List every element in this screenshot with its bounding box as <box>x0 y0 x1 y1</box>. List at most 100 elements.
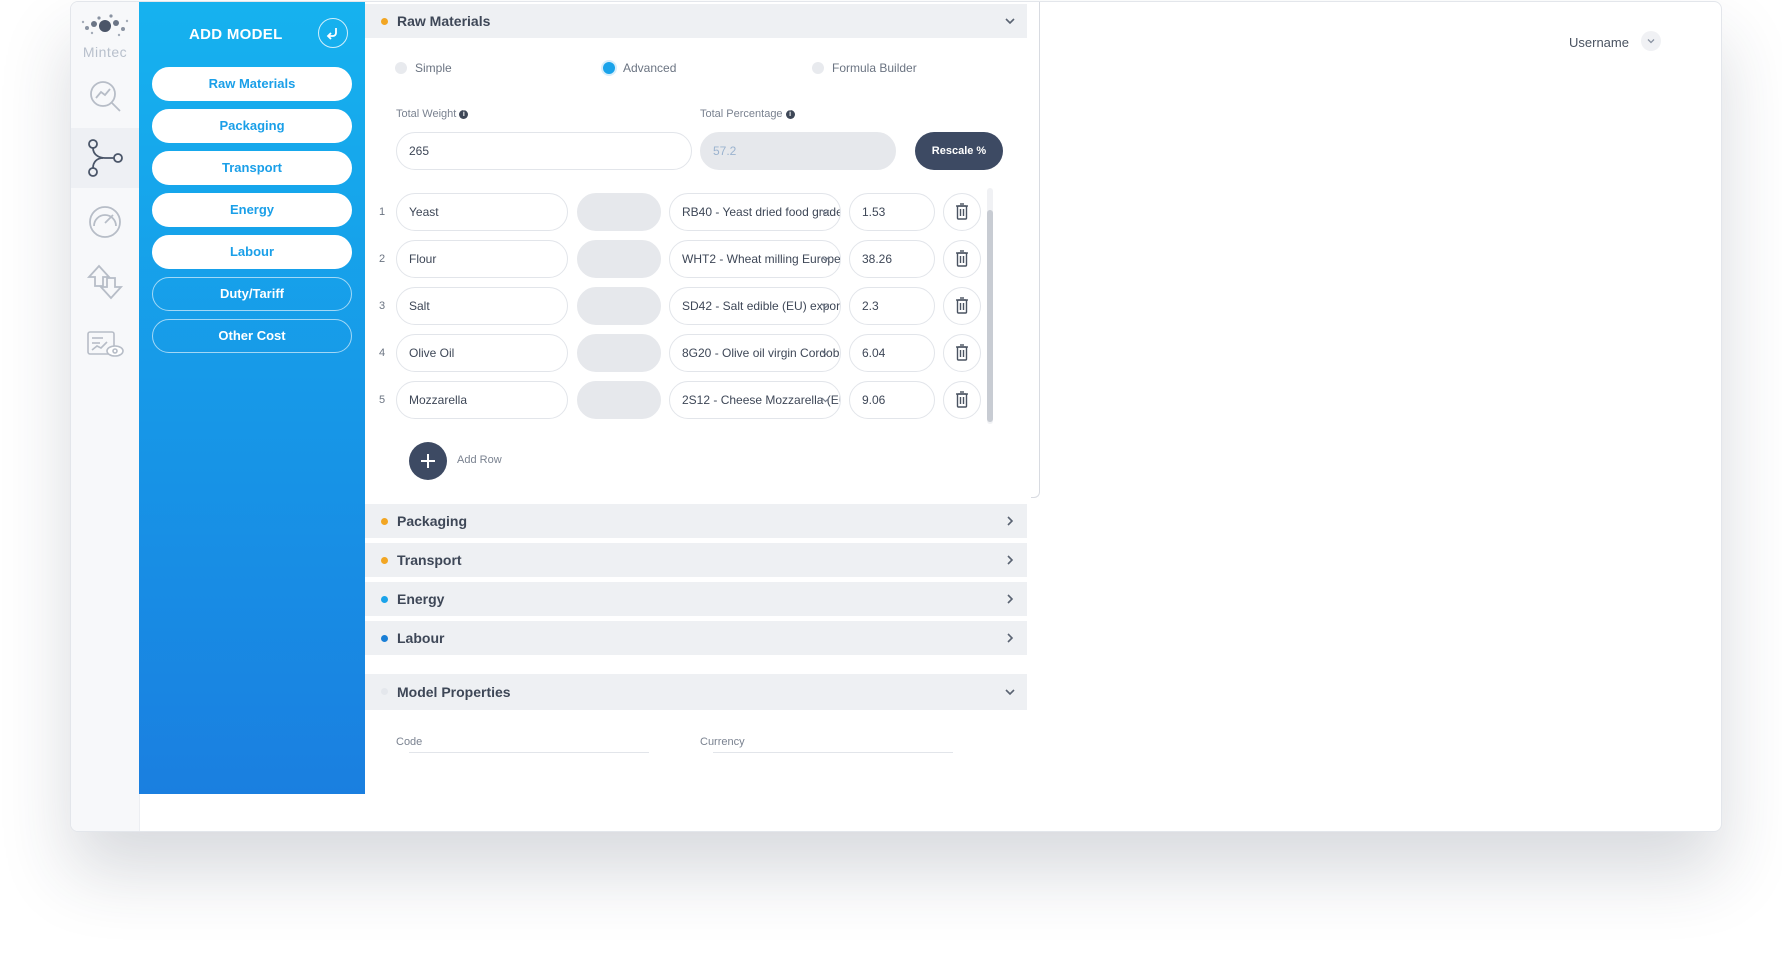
report-view-icon[interactable] <box>85 324 125 364</box>
status-dot <box>381 596 388 603</box>
sidebar-btn-packaging[interactable]: Packaging <box>152 109 352 143</box>
delete-row-button[interactable] <box>943 287 981 325</box>
transport-title: Transport <box>397 552 462 568</box>
model-editor-panel: Raw Materials Simple Advanced Formula Bu… <box>365 2 1027 754</box>
delete-row-button[interactable] <box>943 193 981 231</box>
plus-icon <box>421 454 435 468</box>
ingredient-extra-input[interactable] <box>577 381 661 419</box>
percentage-input[interactable]: 9.06 <box>849 381 935 419</box>
status-dot <box>381 688 388 695</box>
raw-materials-title: Raw Materials <box>397 13 491 29</box>
info-icon: i <box>785 109 795 119</box>
commodity-select[interactable]: 2S12 - Cheese Mozzarella (EU) <box>669 381 841 419</box>
ingredient-name-input[interactable]: Yeast <box>396 193 568 231</box>
status-dot <box>381 18 388 25</box>
sidebar-btn-raw-materials[interactable]: Raw Materials <box>152 67 352 101</box>
row-number: 2 <box>379 253 386 265</box>
ingredient-name-input[interactable]: Flour <box>396 240 568 278</box>
model-properties-header[interactable]: Model Properties <box>365 674 1027 710</box>
row-number: 5 <box>379 394 386 406</box>
total-percentage-label-text: Total Percentage <box>700 108 783 120</box>
chevron-down-icon <box>821 209 830 215</box>
ingredient-name-input[interactable]: Salt <box>396 287 568 325</box>
chevron-right-icon <box>1007 516 1014 526</box>
arrows-updown-icon[interactable] <box>85 262 125 302</box>
radio-formula-builder-label: Formula Builder <box>832 61 917 75</box>
currency-label: Currency <box>700 736 745 748</box>
commodity-select[interactable]: WHT2 - Wheat milling Europe <box>669 240 841 278</box>
total-percentage-input: 57.2 <box>700 132 896 170</box>
energy-header[interactable]: Energy <box>365 582 1027 616</box>
chevron-right-icon <box>1007 633 1014 643</box>
percentage-input[interactable]: 6.04 <box>849 334 935 372</box>
info-icon: i <box>459 109 469 119</box>
ingredient-name-input[interactable]: Mozzarella <box>396 381 568 419</box>
back-button[interactable] <box>318 18 348 48</box>
chevron-down-icon <box>1647 39 1655 44</box>
radio-simple-label: Simple <box>415 61 452 75</box>
username-label[interactable]: Username <box>1569 35 1629 50</box>
row-number: 4 <box>379 347 386 359</box>
panel-outer-scrollbar[interactable] <box>1031 2 1040 498</box>
radio-simple[interactable] <box>395 62 407 74</box>
add-row-button[interactable] <box>409 442 447 480</box>
ingredient-name-input[interactable]: Olive Oil <box>396 334 568 372</box>
sidebar-btn-other-cost[interactable]: Other Cost <box>152 319 352 353</box>
user-menu-button[interactable] <box>1641 31 1661 51</box>
row-number: 3 <box>379 300 386 312</box>
sidebar-btn-transport[interactable]: Transport <box>152 151 352 185</box>
icon-rail: Mintec <box>71 2 140 831</box>
percentage-input[interactable]: 38.26 <box>849 240 935 278</box>
trash-icon <box>956 297 968 314</box>
sidebar-btn-energy[interactable]: Energy <box>152 193 352 227</box>
percentage-input[interactable]: 1.53 <box>849 193 935 231</box>
ingredient-extra-input[interactable] <box>577 334 661 372</box>
commodity-select[interactable]: SD42 - Salt edible (EU) export <box>669 287 841 325</box>
code-input-edge[interactable] <box>409 752 649 753</box>
labour-title: Labour <box>397 630 445 646</box>
add-model-sidebar: ADD MODEL Raw Materials Packaging Transp… <box>139 2 365 794</box>
transport-header[interactable]: Transport <box>365 543 1027 577</box>
search-chart-icon[interactable] <box>85 76 125 116</box>
chevron-down-icon <box>821 256 830 262</box>
status-dot <box>381 518 388 525</box>
ingredient-extra-input[interactable] <box>577 240 661 278</box>
chevron-down-icon <box>1005 18 1015 25</box>
delete-row-button[interactable] <box>943 334 981 372</box>
rows-scrollbar-thumb[interactable] <box>987 210 993 422</box>
total-percentage-label: Total Percentage i <box>700 108 795 120</box>
nodes-icon[interactable] <box>85 138 125 178</box>
delete-row-button[interactable] <box>943 240 981 278</box>
commodity-select[interactable]: RB40 - Yeast dried food grade <box>669 193 841 231</box>
logo-text: Mintec <box>82 44 128 60</box>
total-weight-input[interactable]: 265 <box>396 132 692 170</box>
rescale-button[interactable]: Rescale % <box>915 132 1003 170</box>
trash-icon <box>956 203 968 220</box>
gauge-icon[interactable] <box>85 202 125 242</box>
percentage-input[interactable]: 2.3 <box>849 287 935 325</box>
sidebar-btn-labour[interactable]: Labour <box>152 235 352 269</box>
commodity-select-value: 8G20 - Olive oil virgin Cordoba <box>682 346 841 360</box>
chevron-down-icon <box>821 350 830 356</box>
chevron-right-icon <box>1007 555 1014 565</box>
mintec-logo: Mintec <box>77 12 133 64</box>
ingredient-extra-input[interactable] <box>577 287 661 325</box>
labour-header[interactable]: Labour <box>365 621 1027 655</box>
radio-formula-builder[interactable] <box>812 62 824 74</box>
packaging-header[interactable]: Packaging <box>365 504 1027 538</box>
currency-input-edge[interactable] <box>713 752 953 753</box>
sidebar-btn-duty-tariff[interactable]: Duty/Tariff <box>152 277 352 311</box>
ingredient-extra-input[interactable] <box>577 193 661 231</box>
status-dot <box>381 557 388 564</box>
commodity-select-value: RB40 - Yeast dried food grade <box>682 205 841 219</box>
commodity-select-value: 2S12 - Cheese Mozzarella (EU) <box>682 393 841 407</box>
sidebar-title: ADD MODEL <box>189 26 283 43</box>
total-weight-label: Total Weight i <box>396 108 469 120</box>
packaging-title: Packaging <box>397 513 468 529</box>
trash-icon <box>956 391 968 408</box>
raw-materials-header[interactable]: Raw Materials <box>365 4 1027 38</box>
app-window: Mintec ADD MODEL Raw Materials Packaging… <box>70 1 1722 832</box>
delete-row-button[interactable] <box>943 381 981 419</box>
radio-advanced[interactable] <box>603 62 615 74</box>
commodity-select[interactable]: 8G20 - Olive oil virgin Cordoba <box>669 334 841 372</box>
